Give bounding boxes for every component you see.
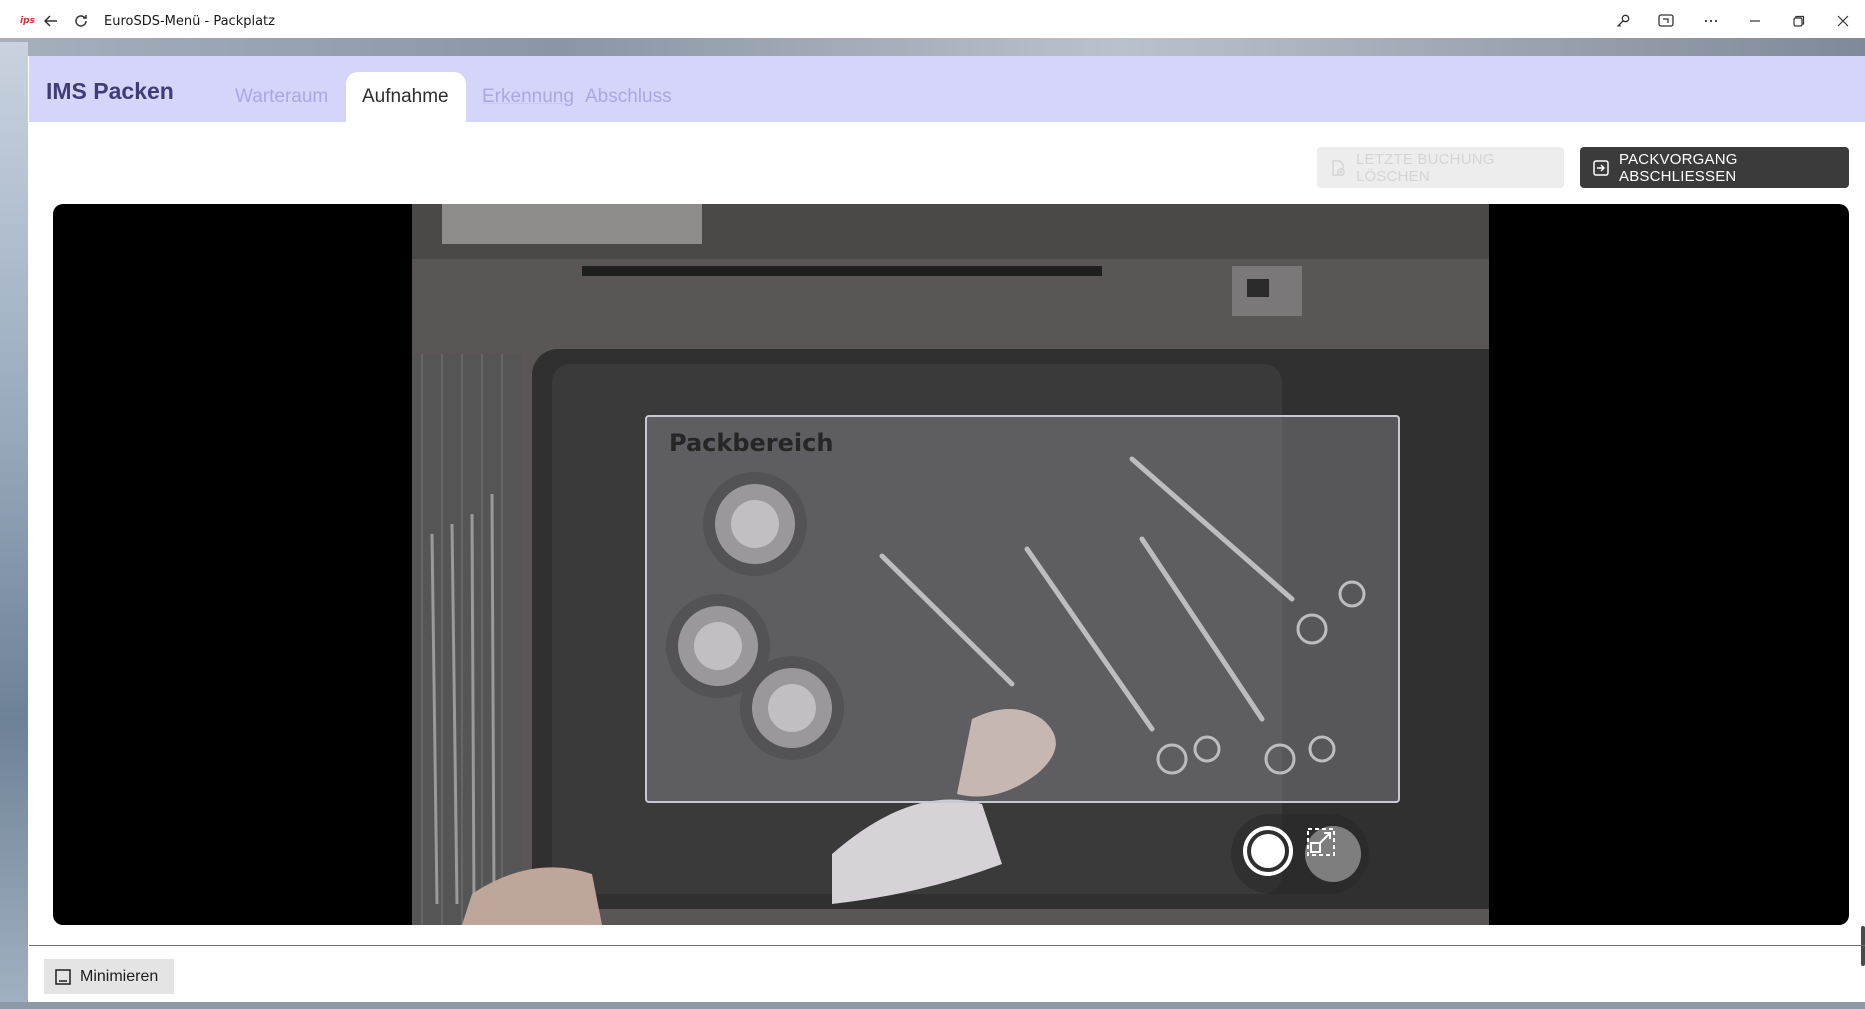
close-icon[interactable]	[1821, 6, 1865, 36]
footer-divider	[29, 945, 1865, 946]
side-panel-handle[interactable]	[1861, 926, 1865, 966]
app-header: IMS Packen Warteraum Aufnahme Erkennung …	[29, 56, 1865, 122]
minimize-icon[interactable]	[1733, 6, 1777, 36]
camera-feed: Packbereich	[412, 204, 1489, 925]
app-logo: ips	[20, 16, 35, 26]
window-controls	[1601, 0, 1865, 42]
finish-packing-button[interactable]: PACKVORGANG ABSCHLIESSEN	[1580, 147, 1849, 188]
reload-icon[interactable]	[66, 6, 96, 36]
desktop-background-top	[0, 38, 1865, 56]
app-window: IMS Packen Warteraum Aufnahme Erkennung …	[29, 56, 1865, 1002]
window-titlebar: ips EuroSDS-Menü - Packplatz	[0, 0, 1865, 42]
fit-to-area-icon[interactable]	[1305, 826, 1361, 882]
finish-packing-label: PACKVORGANG ABSCHLIESSEN	[1619, 150, 1738, 185]
packing-area-label: Packbereich	[669, 429, 834, 457]
delete-last-booking-button[interactable]: LETZTE BUCHUNG LÖSCHEN	[1317, 147, 1564, 188]
app-brand: IMS Packen	[46, 78, 174, 104]
capture-shutter-icon[interactable]	[1243, 826, 1293, 876]
packing-area-overlay[interactable]: Packbereich	[645, 415, 1400, 803]
camera-controls	[1231, 814, 1369, 894]
more-icon[interactable]	[1689, 6, 1733, 36]
tab-aufnahme[interactable]: Aufnahme	[346, 72, 466, 122]
screen-cast-icon[interactable]	[1645, 6, 1689, 36]
restore-icon[interactable]	[1777, 6, 1821, 36]
tab-warteraum[interactable]: Warteraum	[219, 72, 344, 122]
tab-abschluss[interactable]: Abschluss	[569, 72, 688, 122]
minimize-panel-icon	[54, 968, 72, 986]
minimize-label: Minimieren	[80, 967, 159, 985]
delete-document-icon	[1329, 159, 1347, 177]
desktop-background-left	[0, 42, 28, 1009]
back-icon[interactable]	[36, 6, 66, 36]
window-title: EuroSDS-Menü - Packplatz	[104, 13, 275, 29]
minimize-button[interactable]: Minimieren	[44, 959, 174, 994]
exit-icon	[1592, 159, 1610, 177]
camera-viewport: Packbereich	[53, 204, 1849, 925]
delete-last-booking-label: LETZTE BUCHUNG LÖSCHEN	[1356, 150, 1495, 185]
desktop-background-bottom	[0, 1002, 1865, 1009]
key-icon[interactable]	[1601, 6, 1645, 36]
